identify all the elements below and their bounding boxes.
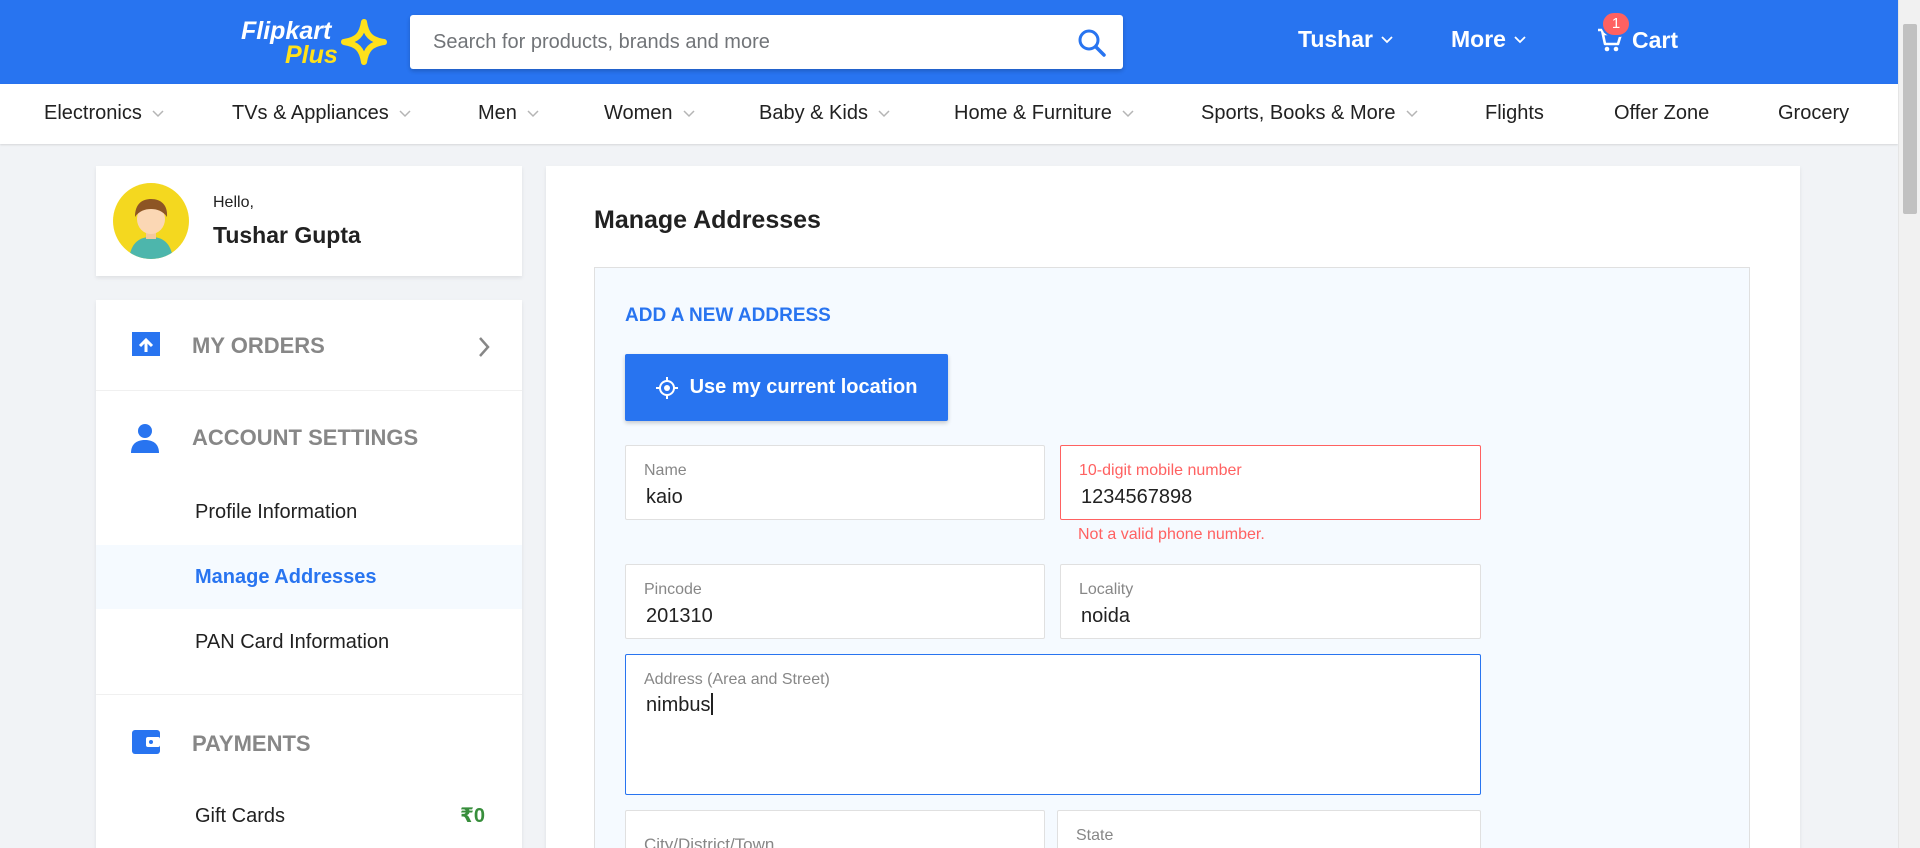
category-women[interactable]: Women <box>604 102 695 125</box>
cart-label: Cart <box>1632 26 1679 53</box>
category-label: Women <box>604 102 673 124</box>
chevron-down-icon <box>152 109 164 117</box>
crosshair-icon <box>655 376 678 399</box>
manage-addresses-panel: Manage Addresses ADD A NEW ADDRESS Use m… <box>546 166 1800 848</box>
chevron-down-icon <box>878 109 890 117</box>
text-caret <box>711 693 714 715</box>
mobile-number-field[interactable]: 10-digit mobile number 1234567898 <box>1060 445 1481 520</box>
category-sports-books[interactable]: Sports, Books & More <box>1201 102 1418 125</box>
use-current-location-button[interactable]: Use my current location <box>625 354 948 421</box>
orders-icon <box>132 332 160 356</box>
chevron-down-icon <box>527 109 539 117</box>
name-label: Name <box>644 462 687 479</box>
category-grocery[interactable]: Grocery <box>1778 102 1849 125</box>
category-electronics[interactable]: Electronics <box>44 102 164 125</box>
state-label: State <box>1076 827 1114 844</box>
flipkart-plus-logo[interactable]: Flipkart Plus <box>241 17 391 69</box>
chevron-down-icon <box>399 109 411 117</box>
address-value-wrap: nimbus <box>646 693 1026 717</box>
category-label: Men <box>478 102 517 124</box>
gift-cards-balance: ₹0 <box>459 805 485 827</box>
page-title: Manage Addresses <box>594 206 821 234</box>
chevron-down-icon <box>1514 35 1526 43</box>
scrollbar-thumb[interactable] <box>1903 24 1917 214</box>
header-bar: Flipkart Plus Tushar More Cart 1 <box>0 0 1898 84</box>
pincode-value[interactable]: 201310 <box>646 605 1026 628</box>
page-scrollbar[interactable] <box>1898 0 1920 848</box>
category-label: Baby & Kids <box>759 102 868 124</box>
city-label: City/District/Town <box>644 835 775 848</box>
chevron-down-icon <box>1122 109 1134 117</box>
locality-label: Locality <box>1079 581 1134 598</box>
category-bar: Electronics TVs & Appliances Men Women B… <box>0 84 1898 144</box>
category-baby-kids[interactable]: Baby & Kids <box>759 102 890 125</box>
category-flights[interactable]: Flights <box>1485 102 1544 125</box>
mobile-number-label: 10-digit mobile number <box>1079 462 1242 479</box>
locality-field[interactable]: Locality noida <box>1060 564 1481 639</box>
sidebar-title-account-settings: ACCOUNT SETTINGS <box>192 425 419 450</box>
chevron-down-icon <box>683 109 695 117</box>
chevron-right-icon <box>479 337 490 357</box>
sidebar-section-account-settings: ACCOUNT SETTINGS <box>96 391 522 471</box>
search-bar <box>410 15 1123 69</box>
search-input[interactable] <box>410 15 1050 69</box>
category-men[interactable]: Men <box>478 102 539 125</box>
sidebar-section-payments: PAYMENTS <box>96 695 522 785</box>
mobile-error-message: Not a valid phone number. <box>1078 526 1265 543</box>
category-label: Home & Furniture <box>954 102 1112 124</box>
cart-count-badge: 1 <box>1601 11 1631 37</box>
logo-subtext: Plus <box>285 41 338 69</box>
category-label: Offer Zone <box>1614 102 1710 124</box>
category-label: Sports, Books & More <box>1201 102 1396 124</box>
chevron-down-icon <box>1406 109 1418 117</box>
sidebar-item-gift-cards[interactable]: Gift Cards ₹0 <box>96 784 522 848</box>
name-field[interactable]: Name kaio <box>625 445 1045 520</box>
category-label: Flights <box>1485 102 1544 124</box>
category-label: Electronics <box>44 102 142 124</box>
chevron-down-icon <box>1381 35 1393 43</box>
category-label: Grocery <box>1778 102 1850 124</box>
greeting-text: Hello, <box>213 194 254 211</box>
more-menu[interactable]: More <box>1451 26 1526 53</box>
add-address-form: ADD A NEW ADDRESS Use my current locatio… <box>594 267 1750 848</box>
user-avatar-icon <box>129 199 173 259</box>
category-offer-zone[interactable]: Offer Zone <box>1614 102 1709 125</box>
gift-cards-label: Gift Cards <box>195 805 286 827</box>
sidebar-item-manage-addresses[interactable]: Manage Addresses <box>96 545 522 609</box>
user-icon <box>131 424 159 453</box>
sidebar-item-pan-card[interactable]: PAN Card Information <box>96 610 522 674</box>
plus-star-icon <box>341 19 387 65</box>
sidebar-item-my-orders[interactable]: MY ORDERS <box>96 300 522 390</box>
state-field[interactable]: State <box>1057 810 1481 848</box>
category-tvs-appliances[interactable]: TVs & Appliances <box>232 102 411 125</box>
user-menu-label: Tushar <box>1298 26 1373 52</box>
sidebar-item-profile-information[interactable]: Profile Information <box>96 480 522 544</box>
sidebar-title-payments: PAYMENTS <box>192 731 311 756</box>
address-label: Address (Area and Street) <box>644 671 830 688</box>
city-field[interactable]: City/District/Town <box>625 810 1045 848</box>
address-value[interactable]: nimbus <box>646 694 710 716</box>
sidebar-title-my-orders: MY ORDERS <box>192 333 325 358</box>
use-current-location-label: Use my current location <box>689 376 918 398</box>
wallet-icon <box>132 730 160 754</box>
profile-card: Hello, Tushar Gupta <box>96 166 522 276</box>
pincode-label: Pincode <box>644 581 702 598</box>
pincode-field[interactable]: Pincode 201310 <box>625 564 1045 639</box>
account-sidebar: MY ORDERS ACCOUNT SETTINGS Profile Infor… <box>96 300 522 848</box>
address-textarea[interactable]: Address (Area and Street) nimbus <box>625 654 1481 795</box>
avatar <box>113 183 189 259</box>
mobile-number-value[interactable]: 1234567898 <box>1081 486 1461 509</box>
search-icon[interactable] <box>1077 28 1107 58</box>
user-name: Tushar Gupta <box>213 222 361 248</box>
category-home-furniture[interactable]: Home & Furniture <box>954 102 1134 125</box>
user-menu[interactable]: Tushar <box>1298 26 1393 53</box>
name-value[interactable]: kaio <box>646 486 1026 509</box>
more-menu-label: More <box>1451 26 1506 52</box>
add-new-address-heading: ADD A NEW ADDRESS <box>625 305 831 326</box>
locality-value[interactable]: noida <box>1081 605 1461 628</box>
category-label: TVs & Appliances <box>232 102 389 124</box>
